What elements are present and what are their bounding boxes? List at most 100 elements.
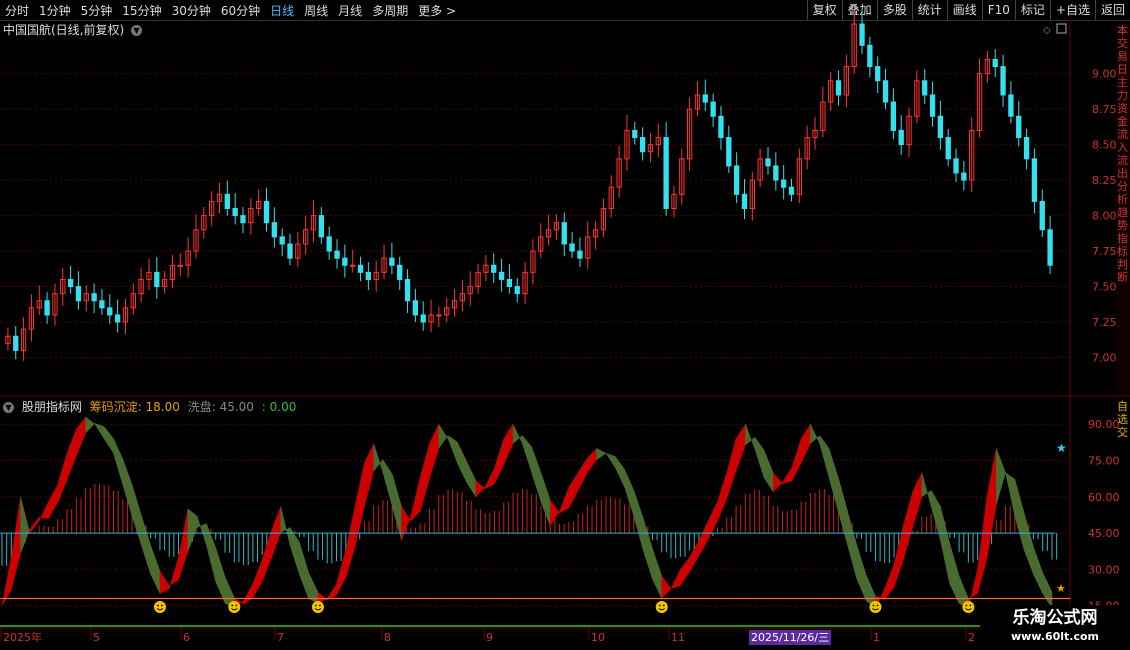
smiley-icon — [153, 601, 166, 613]
period-toolbar: 分时 1分钟 5分钟 15分钟 30分钟 60分钟 日线 周线 月线 多周期 更多 > 复权 叠加 多股… — [0, 0, 1130, 21]
smiley-eye — [235, 604, 238, 607]
right-side-text-2: 自选交 — [1117, 400, 1128, 439]
tab-2[interactable]: 5分钟 — [76, 2, 118, 19]
indicator-band-segment — [113, 438, 124, 485]
candle-body — [538, 236, 544, 252]
candle-body — [232, 208, 238, 217]
x-tick-label: 5 — [93, 631, 100, 644]
indicator-band-segment — [977, 496, 988, 594]
indicator-band-segment — [29, 516, 40, 534]
candle-body — [812, 129, 818, 139]
param-chip-zero: : 0.00 — [261, 400, 297, 414]
candle-body — [1008, 94, 1014, 117]
toolbar-button-4[interactable]: 画线 — [946, 0, 982, 20]
candle-body — [122, 307, 129, 323]
candle-body — [867, 44, 873, 68]
price-tick-label: 7.75 — [1092, 245, 1117, 258]
indicator-band-segment — [187, 508, 198, 552]
indicator-band-segment — [131, 484, 142, 546]
indicator-band-segment — [178, 508, 189, 580]
price-tick-label: 7.50 — [1092, 281, 1117, 294]
indicator-band-segment — [364, 443, 374, 507]
candle-body — [961, 172, 967, 181]
candle-body — [326, 236, 332, 252]
tab-7[interactable]: 周线 — [299, 2, 333, 19]
candle-body — [412, 300, 419, 316]
tab-9[interactable]: 多周期 — [367, 2, 413, 19]
smiley-eye — [319, 604, 321, 607]
toolbar-button-0[interactable]: 复权 — [806, 0, 842, 20]
candle-body — [820, 101, 826, 131]
candle-body — [389, 257, 395, 266]
indicator-band-segment — [605, 452, 616, 469]
x-tick-label: 11 — [671, 631, 685, 644]
indicator-band-segment — [382, 458, 393, 507]
stock-title-text: 中国国航(日线,前复权) — [3, 23, 125, 37]
price-tick-label: 7.25 — [1092, 316, 1117, 329]
tab-1[interactable]: 1分钟 — [34, 2, 76, 19]
candle-body — [561, 222, 567, 245]
tab-3[interactable]: 15分钟 — [117, 2, 166, 19]
indicator-tick-label: 60.00 — [1088, 491, 1120, 504]
candle-body — [945, 137, 951, 160]
indicator-band-segment — [652, 548, 662, 599]
indicator-band-segment — [141, 515, 151, 575]
chevron-down-icon[interactable]: ▼ — [3, 402, 14, 413]
date-badge: 2025/11/26/三 — [749, 630, 832, 645]
candle-body — [310, 215, 317, 231]
candle-body — [13, 335, 19, 351]
tab-10[interactable]: 更多 > — [413, 2, 461, 19]
price-tick-label: 8.50 — [1092, 139, 1117, 152]
candle-body — [428, 314, 434, 323]
candle-body — [914, 80, 920, 117]
candle-body — [295, 243, 301, 259]
candle-body — [545, 229, 552, 238]
indicator-band-segment — [271, 506, 282, 559]
indicator-band-segment — [354, 462, 365, 547]
candle-body — [835, 80, 842, 96]
tab-6[interactable]: 日线 — [265, 2, 299, 19]
toolbar-button-5[interactable]: F10 — [981, 0, 1015, 20]
indicator-band-segment — [856, 545, 867, 601]
tab-4[interactable]: 30分钟 — [167, 2, 216, 19]
smiley-eye — [969, 604, 972, 607]
star-icon: ★ — [1056, 441, 1067, 455]
indicator-band-segment — [215, 547, 226, 604]
candle-body — [491, 264, 497, 273]
candle-body — [710, 101, 716, 117]
indicator-band-segment — [735, 423, 746, 472]
indicator-band-segment — [57, 453, 68, 503]
candle-body — [381, 257, 387, 273]
indicator-band-segment — [847, 511, 858, 580]
toolbar-button-2[interactable]: 多股 — [876, 0, 912, 20]
indicator-band-segment — [633, 490, 644, 551]
tab-8[interactable]: 月线 — [333, 2, 367, 19]
toolbar-right-buttons: 复权 叠加 多股 统计 画线 F10 标记 +自选 返回 — [806, 0, 1130, 20]
candle-body — [169, 264, 176, 280]
toolbar-button-6[interactable]: 标记 — [1014, 0, 1050, 20]
smiley-eye — [872, 604, 875, 607]
toolbar-button-1[interactable]: 叠加 — [841, 0, 877, 20]
indicator-band-segment — [317, 591, 328, 604]
candle-body — [240, 215, 246, 224]
candle-body — [107, 307, 113, 316]
indicator-band-segment — [345, 506, 356, 578]
indicator-band-segment — [206, 523, 216, 582]
toolbar-button-8[interactable]: 返回 — [1094, 0, 1130, 20]
smiley-mouth — [314, 608, 322, 611]
candle-body — [569, 243, 575, 252]
toolbar-button-3[interactable]: 统计 — [911, 0, 947, 20]
toolbar-button-7[interactable]: +自选 — [1049, 0, 1095, 20]
watermark: 乐淘公式网 www.60lt.com — [980, 605, 1130, 650]
candle-body — [1039, 200, 1045, 231]
candle-body — [859, 23, 865, 46]
candle-body — [5, 335, 11, 344]
chevron-down-icon[interactable]: ▼ — [131, 25, 143, 36]
tab-5[interactable]: 60分钟 — [216, 2, 265, 19]
indicator-band-segment — [299, 541, 309, 599]
smiley-icon — [655, 601, 668, 613]
candle-body — [475, 271, 481, 288]
indicator-band-segment — [680, 556, 690, 587]
tab-0[interactable]: 分时 — [0, 2, 34, 19]
candle-body — [694, 94, 701, 110]
